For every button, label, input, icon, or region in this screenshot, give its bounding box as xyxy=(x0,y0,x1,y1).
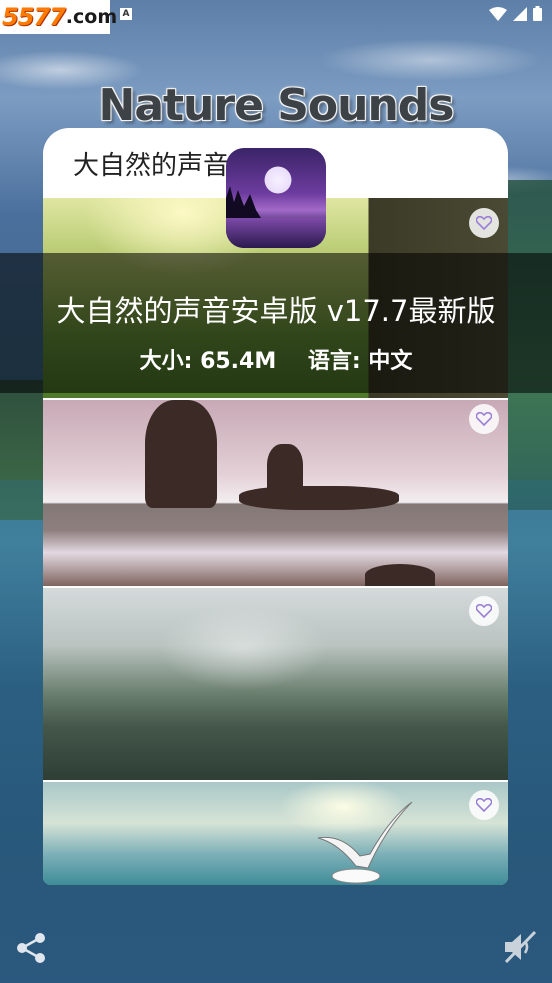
wifi-icon xyxy=(489,6,507,21)
notification-icon: A xyxy=(120,8,132,20)
banner-meta: 大小: 65.4M 语言: 中文 xyxy=(0,343,552,375)
signal-icon xyxy=(513,6,527,21)
share-icon xyxy=(17,933,45,963)
watermark-number: 5577 xyxy=(2,3,66,31)
sea-stack-rock xyxy=(145,400,217,508)
icon-lake xyxy=(226,218,326,248)
sound-tile-ocean-rocks[interactable] xyxy=(43,400,508,586)
mute-icon xyxy=(504,930,537,964)
sound-tile-seagull-waves[interactable] xyxy=(43,782,508,885)
battery-icon xyxy=(533,6,542,21)
card-header-text: 大自然的声音 xyxy=(73,150,230,181)
language-label: 语言: 中文 xyxy=(307,349,413,374)
size-label: 大小: 65.4M xyxy=(139,349,277,374)
heart-icon xyxy=(476,412,492,426)
app-title: Nature Sounds xyxy=(98,80,455,131)
share-button[interactable] xyxy=(16,932,46,968)
favorite-button[interactable] xyxy=(469,790,499,820)
download-info-banner: 大自然的声音安卓版 v17.7最新版 大小: 65.4M 语言: 中文 xyxy=(0,253,552,393)
favorite-button[interactable] xyxy=(469,404,499,434)
heart-icon xyxy=(476,798,492,812)
site-watermark-logo: 5577 .com xyxy=(0,0,117,34)
app-icon xyxy=(226,148,326,248)
favorite-button[interactable] xyxy=(469,596,499,626)
mute-button[interactable] xyxy=(502,928,538,970)
status-icons xyxy=(489,6,542,21)
sound-tile-misty-river[interactable] xyxy=(43,588,508,780)
favorite-button[interactable] xyxy=(469,208,499,238)
foreground-rock xyxy=(365,564,435,586)
banner-title: 大自然的声音安卓版 v17.7最新版 xyxy=(56,294,496,328)
heart-icon xyxy=(476,604,492,618)
watermark-domain: .com xyxy=(65,6,118,28)
heart-icon xyxy=(476,216,492,230)
seagull-icon xyxy=(317,801,413,884)
status-bar: 5577 .com A xyxy=(0,0,552,34)
shore-rocks xyxy=(239,486,399,510)
